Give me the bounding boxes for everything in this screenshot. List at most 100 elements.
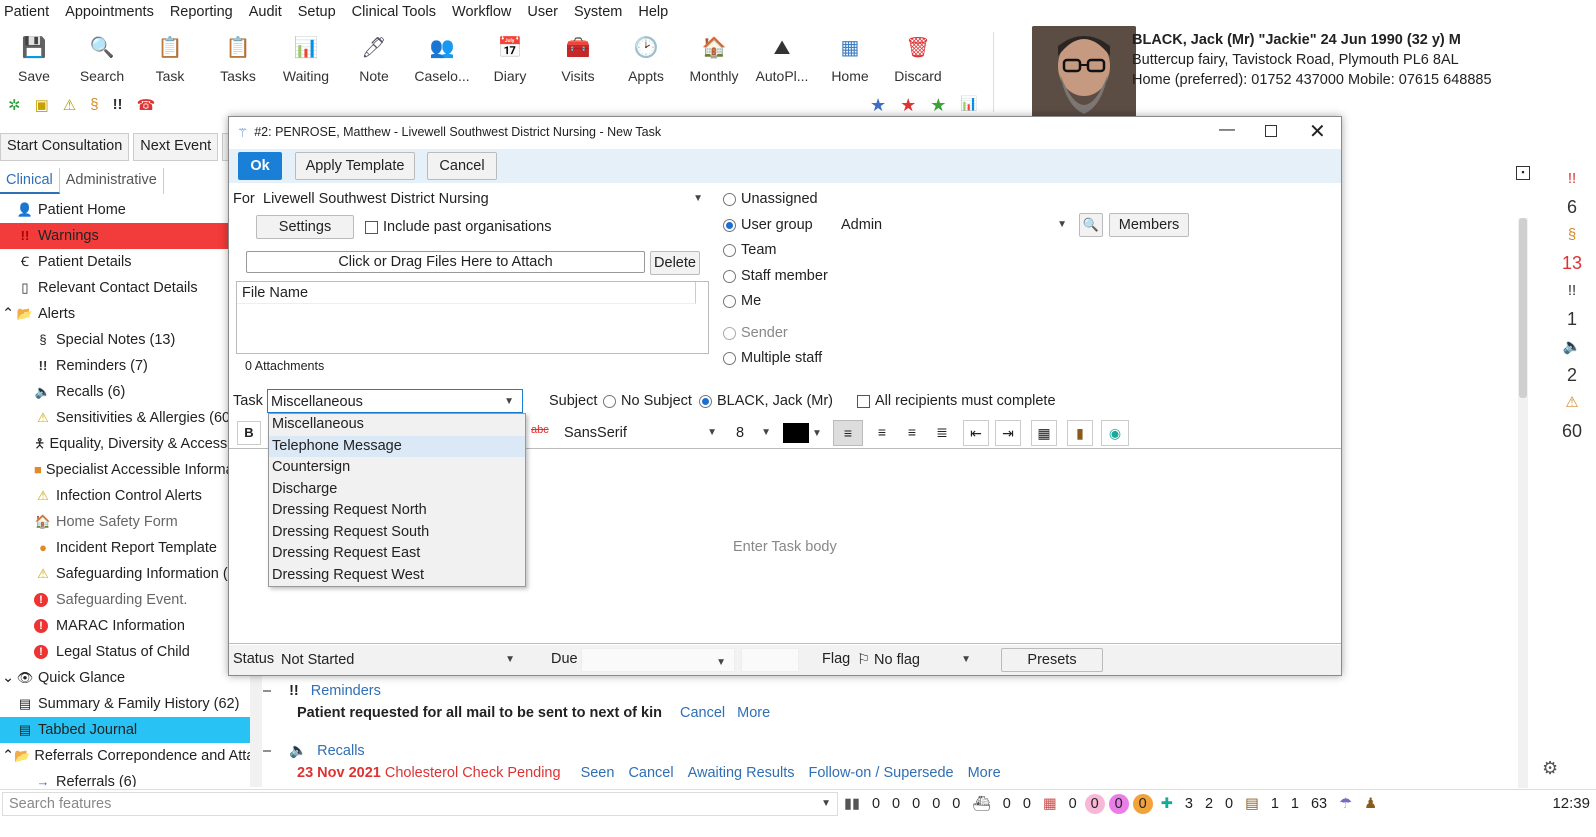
- globe-icon[interactable]: ◉: [1101, 420, 1129, 446]
- blue-star-icon[interactable]: ★: [870, 95, 886, 116]
- align-left-button[interactable]: ≡: [833, 420, 863, 446]
- start-consultation-button[interactable]: Start Consultation: [0, 133, 130, 161]
- people-icon[interactable]: ✲: [8, 96, 21, 114]
- status-count[interactable]: 0: [892, 796, 900, 812]
- toolbar-button[interactable]: 📋 Task: [136, 30, 204, 90]
- cancel-button[interactable]: Cancel: [427, 152, 497, 180]
- chevron-down-icon[interactable]: ▼: [961, 648, 971, 672]
- bed-icon[interactable]: ⛴: [972, 795, 990, 812]
- chevron-down-icon[interactable]: ▼: [504, 390, 514, 412]
- toolbar-button[interactable]: 📋 Tasks: [204, 30, 272, 90]
- settings-gear-icon[interactable]: ⚙: [1542, 758, 1558, 779]
- tree-item[interactable]: § Special Notes (13): [0, 327, 250, 353]
- reminder-more-link[interactable]: More: [737, 702, 770, 724]
- next-event-button[interactable]: Next Event: [133, 133, 219, 161]
- task-type-option[interactable]: Telephone Message: [269, 435, 525, 457]
- alert-summary-item[interactable]: 🔈: [1548, 333, 1596, 361]
- task-type-option[interactable]: Dressing Request West: [269, 565, 525, 587]
- recalls-heading[interactable]: Recalls: [317, 740, 365, 762]
- radio-no-subject[interactable]: No Subject: [603, 393, 692, 409]
- chevron-down-icon[interactable]: ▼: [707, 421, 717, 445]
- status-badge[interactable]: 0: [1084, 793, 1105, 814]
- chevron-down-icon[interactable]: ▼: [761, 421, 771, 445]
- alert-summary-item[interactable]: §: [1548, 221, 1596, 249]
- chart-icon[interactable]: 📊: [960, 95, 977, 116]
- delete-attachment-button[interactable]: Delete: [650, 251, 700, 275]
- status-count[interactable]: 1: [1271, 796, 1279, 812]
- expand-toggle-icon[interactable]: ⌃: [2, 301, 16, 327]
- collapse-icon[interactable]: –: [263, 680, 271, 702]
- radio-subject-patient[interactable]: BLACK, Jack (Mr): [699, 393, 833, 409]
- bold-button[interactable]: B: [237, 421, 261, 445]
- radio-unassigned[interactable]: Unassigned: [723, 191, 818, 207]
- status-badge[interactable]: 0: [1108, 793, 1129, 814]
- status-count[interactable]: 0: [1069, 796, 1077, 812]
- tree-item[interactable]: !! Reminders (7): [0, 353, 250, 379]
- table-icon[interactable]: ▦: [1031, 420, 1057, 446]
- user-icon[interactable]: ♟: [1364, 796, 1377, 812]
- status-count[interactable]: 0: [932, 796, 940, 812]
- tab-administrative[interactable]: Administrative: [60, 168, 164, 194]
- status-count[interactable]: 1: [1291, 796, 1299, 812]
- journal-scrollbar-thumb[interactable]: [1519, 218, 1527, 398]
- tree-item[interactable]: ⚠ Infection Control Alerts: [0, 483, 250, 509]
- alert-summary-item[interactable]: 6: [1548, 193, 1596, 221]
- for-select[interactable]: Livewell Southwest District Nursing ▼: [259, 187, 709, 211]
- toolbar-button[interactable]: 💾 Save: [0, 30, 68, 90]
- expand-toggle-icon[interactable]: ⌃: [2, 743, 14, 769]
- tree-item[interactable]: ■ Specialist Accessible Information: [0, 457, 250, 483]
- toolbar-button[interactable]: ▦ Home: [816, 30, 884, 90]
- settings-button[interactable]: Settings: [256, 215, 354, 239]
- outdent-button[interactable]: ⇥: [995, 420, 1021, 446]
- tree-item[interactable]: !! Warnings: [0, 223, 250, 249]
- radio-multiple-staff[interactable]: Multiple staff: [723, 350, 822, 366]
- alert-summary-item[interactable]: 2: [1548, 361, 1596, 389]
- status-count[interactable]: 3: [1185, 796, 1193, 812]
- task-type-select[interactable]: Miscellaneous ▼: [267, 389, 523, 413]
- recall-seen-link[interactable]: Seen: [581, 762, 615, 784]
- reminders-icon[interactable]: !!: [113, 96, 123, 114]
- menu-item[interactable]: Appointments: [65, 4, 154, 20]
- recall-more-link[interactable]: More: [968, 762, 1001, 784]
- collapse-icon[interactable]: –: [263, 740, 271, 762]
- tree-item[interactable]: 🯅 Equality, Diversity & Accessibility: [0, 431, 250, 457]
- toolbar-button[interactable]: 📅 Diary: [476, 30, 544, 90]
- status-count[interactable]: 0: [952, 796, 960, 812]
- tree-item[interactable]: ! Safeguarding Event.: [0, 587, 250, 613]
- menu-item[interactable]: User: [527, 4, 558, 20]
- radio-user-group[interactable]: User group: [723, 217, 813, 233]
- weather-icon[interactable]: ☂: [1339, 796, 1352, 812]
- toolbar-button[interactable]: 📊 Waiting: [272, 30, 340, 90]
- green-star-icon[interactable]: ★: [930, 95, 946, 116]
- task-type-option[interactable]: Dressing Request South: [269, 522, 525, 544]
- align-center-button[interactable]: ≡: [869, 420, 895, 446]
- chevron-down-icon[interactable]: ▼: [693, 187, 703, 211]
- alert-summary-item[interactable]: 13: [1548, 249, 1596, 277]
- tree-item[interactable]: 🔈 Recalls (6): [0, 379, 250, 405]
- tree-item[interactable]: ⌄ 👁 Quick Glance: [0, 665, 250, 691]
- recall-followon-link[interactable]: Follow-on / Supersede: [809, 762, 954, 784]
- alert-summary-item[interactable]: 1: [1548, 305, 1596, 333]
- tree-item[interactable]: ⌃ 📂 Alerts: [0, 301, 250, 327]
- task-type-option[interactable]: Dressing Request North: [269, 500, 525, 522]
- chevron-down-icon[interactable]: ▼: [821, 798, 831, 809]
- maximize-icon[interactable]: [1265, 125, 1277, 137]
- font-size-select[interactable]: 8 ▼: [733, 421, 773, 445]
- chevron-down-icon[interactable]: ▼: [1057, 213, 1067, 237]
- justify-button[interactable]: ≣: [929, 420, 955, 446]
- indent-button[interactable]: ⇤: [963, 420, 989, 446]
- task-type-option[interactable]: Dressing Request East: [269, 543, 525, 565]
- checkbox[interactable]: [365, 220, 378, 234]
- medication-icon[interactable]: ▮: [1067, 420, 1093, 446]
- radio-sender[interactable]: Sender: [723, 325, 788, 341]
- chevron-down-icon[interactable]: ▼: [505, 648, 515, 672]
- status-select[interactable]: Not Started ▼: [277, 648, 523, 672]
- calendar-icon[interactable]: ▦: [1043, 796, 1057, 812]
- radio-team[interactable]: Team: [723, 242, 776, 258]
- attach-files-dropzone[interactable]: Click or Drag Files Here to Attach: [246, 251, 645, 273]
- tree-item[interactable]: ! Legal Status of Child: [0, 639, 250, 665]
- all-recipients-checkbox[interactable]: All recipients must complete: [857, 393, 1056, 409]
- minimize-icon[interactable]: —: [1219, 121, 1235, 139]
- waiting-list-icon[interactable]: ▮▮: [844, 796, 860, 812]
- toolbar-button[interactable]: ⛰ AutoPl...: [748, 30, 816, 90]
